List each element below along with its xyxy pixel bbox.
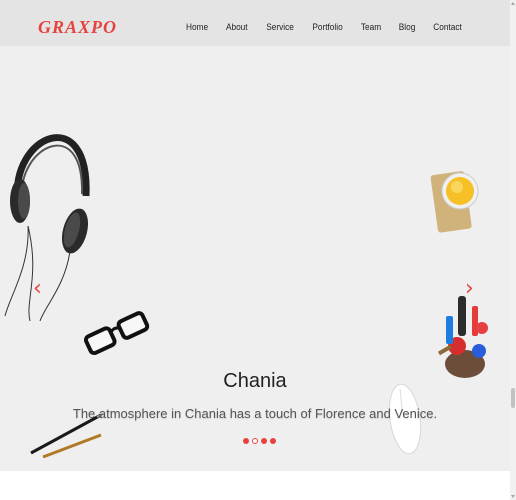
page: GRAXPO Home About Service Portfolio Team… — [0, 0, 510, 500]
slider-next-arrow[interactable]: › — [465, 276, 474, 301]
navbar: GRAXPO Home About Service Portfolio Team… — [0, 0, 510, 46]
brand-logo[interactable]: GRAXPO — [38, 17, 117, 38]
slider-indicator-4[interactable] — [270, 438, 276, 444]
headphones-image — [4, 134, 90, 322]
scroll-up-icon[interactable] — [511, 2, 515, 5]
main-nav: Home About Service Portfolio Team Blog C… — [185, 22, 463, 32]
slide-caption-title: Chania — [223, 370, 287, 392]
scroll-down-icon[interactable] — [511, 495, 515, 498]
scrollbar-thumb[interactable] — [511, 388, 515, 408]
nav-team[interactable]: Team — [361, 22, 381, 32]
slider-indicator-2[interactable] — [252, 438, 258, 444]
slider-indicator-3[interactable] — [261, 438, 267, 444]
slide-caption-text: The atmosphere in Chania has a touch of … — [72, 406, 438, 421]
nav-contact[interactable]: Contact — [433, 22, 462, 32]
nav-about[interactable]: About — [226, 22, 248, 32]
juice-image — [430, 171, 479, 233]
nav-blog[interactable]: Blog — [399, 22, 416, 32]
nav-service[interactable]: Service — [266, 22, 294, 32]
glasses-image — [83, 311, 150, 356]
nav-home[interactable]: Home — [186, 22, 208, 32]
nav-portfolio[interactable]: Portfolio — [312, 22, 342, 32]
slider-prev-arrow[interactable]: ‹ — [33, 276, 42, 301]
slider-indicators — [243, 438, 276, 444]
slider-indicator-1[interactable] — [243, 438, 249, 444]
next-section — [0, 471, 510, 500]
vertical-scrollbar[interactable] — [510, 0, 516, 500]
